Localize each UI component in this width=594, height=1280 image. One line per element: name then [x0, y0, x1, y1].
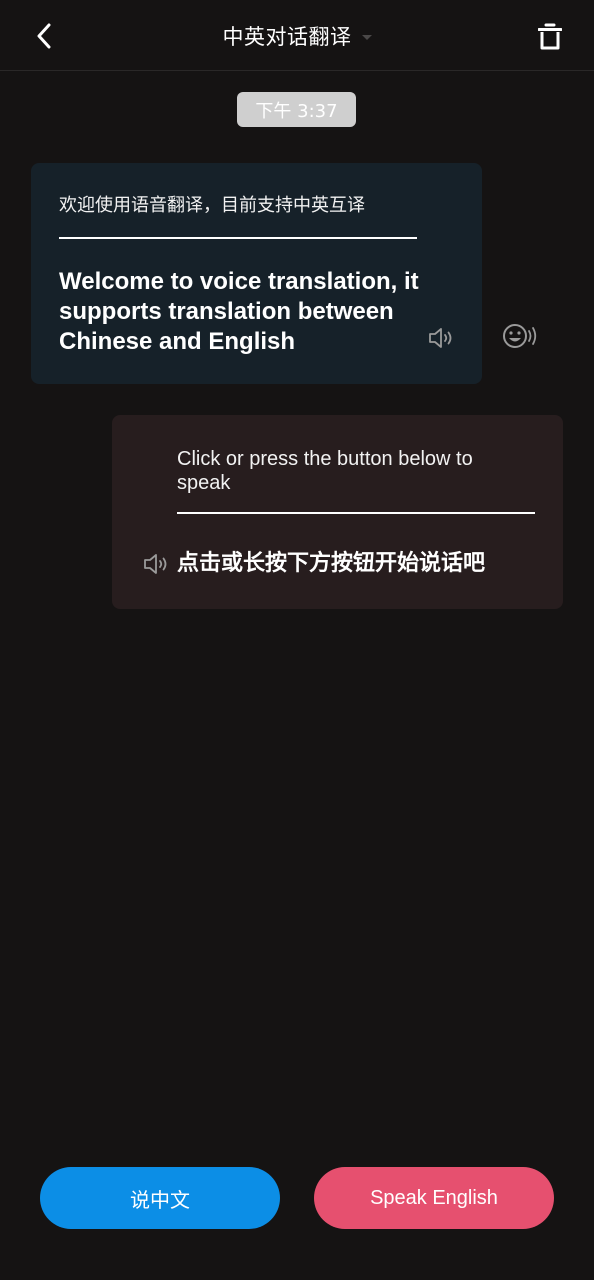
timestamp-badge: 下午 3:37 — [237, 92, 356, 127]
divider — [177, 512, 535, 514]
top-bar: 中英对话翻译 — [0, 0, 594, 71]
trash-icon — [538, 23, 562, 50]
speak-chinese-button[interactable]: 说中文 — [40, 1167, 280, 1229]
source-text: 欢迎使用语音翻译，目前支持中英互译 — [59, 195, 365, 216]
message-bubble-sent: Click or press the button below to speak… — [112, 415, 563, 609]
clear-history-button[interactable] — [534, 20, 566, 52]
title-dropdown[interactable]: 中英对话翻译 — [0, 18, 594, 54]
caret-down-icon — [361, 34, 372, 40]
translated-text: Welcome to voice translation, it support… — [59, 268, 419, 355]
speaker-icon[interactable] — [142, 552, 170, 576]
translated-text: 点击或长按下方按钮开始说话吧 — [177, 551, 486, 576]
speaker-icon[interactable] — [427, 326, 455, 350]
emoji-speak-icon[interactable] — [501, 320, 539, 352]
source-text: Click or press the button below to speak — [177, 448, 473, 494]
speak-english-button[interactable]: Speak English — [314, 1167, 554, 1229]
page-title: 中英对话翻译 — [222, 25, 352, 49]
message-bubble-received: 欢迎使用语音翻译，目前支持中英互译 Welcome to voice trans… — [31, 163, 482, 384]
divider — [59, 237, 417, 239]
